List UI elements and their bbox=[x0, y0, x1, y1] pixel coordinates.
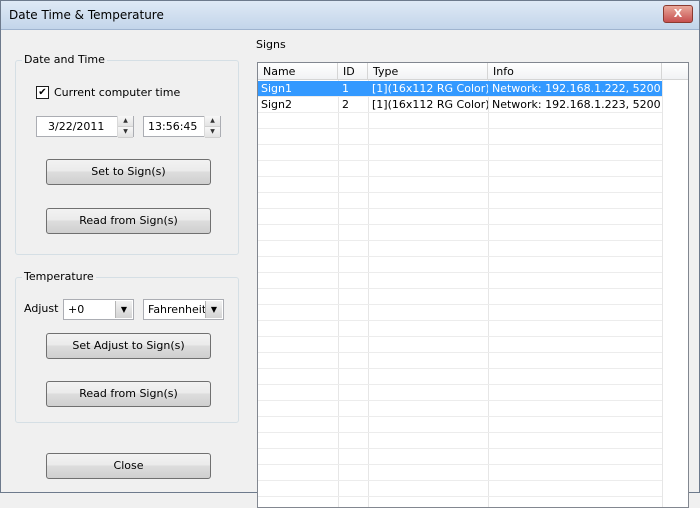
grid-line bbox=[258, 496, 662, 497]
grid-line bbox=[258, 224, 662, 225]
cell-type: [1](16x112 RG Color) bbox=[372, 82, 488, 95]
chevron-down-icon[interactable]: ▼ bbox=[205, 301, 222, 318]
current-time-checkbox[interactable]: ✔ bbox=[36, 86, 49, 99]
temperature-unit-combobox[interactable]: Fahrenheit ▼ bbox=[143, 299, 224, 320]
cell-name: Sign1 bbox=[261, 82, 292, 95]
grid-line bbox=[258, 400, 662, 401]
adjust-combobox[interactable]: +0 ▼ bbox=[63, 299, 134, 320]
grid-line bbox=[258, 352, 662, 353]
table-row[interactable]: Sign2 2 [1](16x112 RG Color) Network: 19… bbox=[258, 97, 662, 112]
cell-id: 1 bbox=[342, 82, 349, 95]
grid-line bbox=[258, 208, 662, 209]
cell-info: Network: 192.168.1.222, 5200 bbox=[492, 82, 661, 95]
grid-line bbox=[258, 304, 662, 305]
column-header-type[interactable]: Type bbox=[368, 63, 488, 80]
set-time-button[interactable]: Set to Sign(s) bbox=[46, 159, 211, 185]
grid-line bbox=[258, 416, 662, 417]
grid-line bbox=[258, 192, 662, 193]
column-header-name[interactable]: Name bbox=[258, 63, 338, 80]
grid-line bbox=[662, 80, 663, 507]
cell-id: 2 bbox=[342, 98, 349, 111]
time-spinner[interactable]: ▲ ▼ bbox=[204, 116, 220, 138]
grid-line bbox=[258, 336, 662, 337]
temperature-group-label: Temperature bbox=[22, 270, 96, 283]
chevron-down-icon[interactable]: ▼ bbox=[115, 301, 132, 318]
adjust-label: Adjust bbox=[24, 302, 59, 315]
column-header-id[interactable]: ID bbox=[338, 63, 368, 80]
grid-line bbox=[258, 160, 662, 161]
column-header-filler bbox=[662, 63, 688, 80]
grid-line bbox=[258, 144, 662, 145]
spin-down-icon[interactable]: ▼ bbox=[118, 127, 133, 138]
grid-line bbox=[258, 240, 662, 241]
grid-line bbox=[258, 128, 662, 129]
date-time-group-label: Date and Time bbox=[22, 53, 107, 66]
date-value: 3/22/2011 bbox=[48, 120, 105, 133]
title-bar[interactable]: Date Time & Temperature X bbox=[1, 1, 699, 30]
grid-line bbox=[258, 288, 662, 289]
window-title: Date Time & Temperature bbox=[9, 8, 164, 22]
grid-line bbox=[258, 320, 662, 321]
signs-label: Signs bbox=[256, 38, 286, 51]
date-spinner[interactable]: ▲ ▼ bbox=[117, 116, 133, 138]
current-time-label[interactable]: Current computer time bbox=[54, 86, 180, 99]
grid-line bbox=[258, 464, 662, 465]
cell-type: [1](16x112 RG Color) bbox=[372, 98, 488, 111]
spin-up-icon[interactable]: ▲ bbox=[118, 116, 133, 127]
grid-line bbox=[258, 272, 662, 273]
dialog-window: Date Time & Temperature X Date and Time … bbox=[0, 0, 700, 508]
dialog-client-area: Date and Time ✔ Current computer time 3/… bbox=[5, 31, 695, 508]
time-picker[interactable]: 13:56:45 ▲ ▼ bbox=[143, 116, 221, 138]
cell-info: Network: 192.168.1.223, 5200 bbox=[492, 98, 661, 111]
grid-line bbox=[258, 256, 662, 257]
close-icon: X bbox=[673, 7, 683, 20]
check-icon: ✔ bbox=[38, 87, 47, 98]
spin-down-icon[interactable]: ▼ bbox=[205, 127, 220, 138]
column-header-info[interactable]: Info bbox=[488, 63, 662, 80]
table-row[interactable]: Sign1 1 [1](16x112 RG Color) Network: 19… bbox=[258, 81, 662, 96]
cell-name: Sign2 bbox=[261, 98, 292, 111]
unit-value: Fahrenheit bbox=[148, 303, 207, 316]
adjust-value: +0 bbox=[68, 303, 85, 316]
temperature-group: Temperature Adjust +0 ▼ Fahrenheit ▼ Set… bbox=[15, 270, 239, 423]
signs-list[interactable]: Name ID Type Info Sign1 1 [1](16x112 RG … bbox=[257, 62, 689, 508]
grid-line bbox=[258, 384, 662, 385]
time-value: 13:56:45 bbox=[148, 120, 198, 133]
set-adjust-button[interactable]: Set Adjust to Sign(s) bbox=[46, 333, 211, 359]
spin-up-icon[interactable]: ▲ bbox=[205, 116, 220, 127]
grid-line bbox=[258, 176, 662, 177]
read-time-button[interactable]: Read from Sign(s) bbox=[46, 208, 211, 234]
close-button[interactable]: Close bbox=[46, 453, 211, 479]
date-picker[interactable]: 3/22/2011 ▲ ▼ bbox=[36, 116, 134, 138]
grid-line bbox=[258, 432, 662, 433]
read-temperature-button[interactable]: Read from Sign(s) bbox=[46, 381, 211, 407]
grid-line bbox=[258, 112, 662, 113]
grid-line bbox=[258, 448, 662, 449]
grid-line bbox=[258, 480, 662, 481]
grid-line bbox=[258, 368, 662, 369]
close-window-button[interactable]: X bbox=[663, 5, 693, 23]
date-time-group: Date and Time ✔ Current computer time 3/… bbox=[15, 53, 239, 255]
